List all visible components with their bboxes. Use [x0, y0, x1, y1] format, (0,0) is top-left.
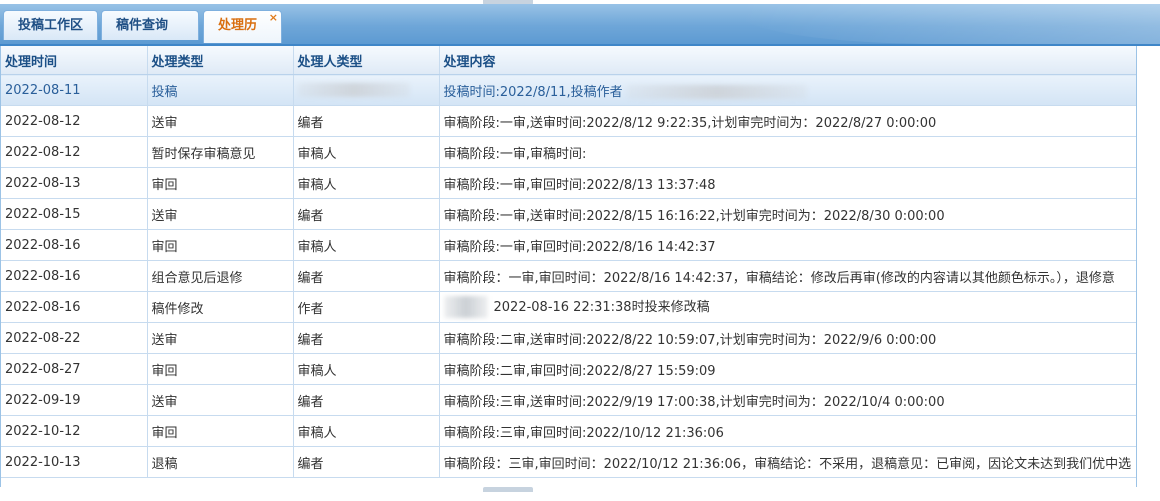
cell-content: 审稿阶段:三审,审回时间:2022/10/12 21:36:06: [439, 415, 1136, 447]
cell-content: 审稿阶段：三审,审回时间：2022/10/12 21:36:06，审稿结论：不采…: [439, 446, 1136, 478]
cell-handler-role: 作者: [293, 291, 440, 323]
cell-handler-role: 编者: [293, 105, 440, 137]
table-row[interactable]: 2022-09-19 送审 编者 审稿阶段:三审,送审时间:2022/9/19 …: [1, 384, 1136, 416]
cell-type: 送审: [147, 198, 294, 230]
cell-content: 审稿阶段:一审,审稿时间:: [439, 136, 1136, 168]
header-row: 处理时间 处理类型 处理人类型 处理内容: [1, 46, 1136, 75]
cell-content: 审稿阶段：一审,审回时间：2022/8/16 14:42:37，审稿结论：修改后…: [439, 260, 1136, 292]
cell-type: 审回: [147, 353, 294, 385]
cell-time: 2022-08-27: [1, 353, 148, 385]
cell-content: 审稿阶段:一审,送审时间:2022/8/15 16:16:22,计划审完时间为：…: [439, 198, 1136, 230]
cell-content: 审稿阶段:一审,审回时间:2022/8/16 14:42:37: [439, 229, 1136, 261]
cell-content-text: 2022-08-16 22:31:38时投来修改稿: [493, 299, 710, 315]
tab-strip: 投稿工作区 稿件查询(1) 处理历史 ×: [0, 4, 1160, 63]
cell-time: 2022-08-13: [1, 167, 148, 199]
cell-handler-role: 编者: [293, 322, 440, 354]
redacted-author: [626, 85, 807, 99]
cell-type: 投稿: [147, 74, 294, 106]
table-row[interactable]: 2022-10-12 审回 审稿人 审稿阶段:三审,审回时间:2022/10/1…: [1, 415, 1136, 447]
cell-handler-role: 编者: [293, 384, 440, 416]
history-grid[interactable]: 处理时间 处理类型 处理人类型 处理内容 2022-08-11 投稿 投稿时间:…: [0, 46, 1137, 487]
cell-type: 暂时保存审稿意见: [147, 136, 294, 168]
close-tab-icon[interactable]: ×: [269, 3, 278, 33]
cell-type: 送审: [147, 384, 294, 416]
table-row[interactable]: 2022-08-13 审回 审稿人 审稿阶段:一审,审回时间:2022/8/13…: [1, 167, 1136, 199]
cell-content: 审稿阶段:二审,送审时间:2022/8/22 10:59:07,计划审完时间为：…: [439, 322, 1136, 354]
cell-time: 2022-08-12: [1, 105, 148, 137]
cell-content: 审稿阶段:三审,送审时间:2022/9/19 17:00:38,计划审完时间为：…: [439, 384, 1136, 416]
table-row[interactable]: 2022-08-11 投稿 投稿时间:2022/8/11,投稿作者: [1, 74, 1136, 106]
redacted-name: [443, 296, 488, 319]
bottom-splitter-handle[interactable]: [483, 487, 533, 492]
history-table: 处理时间 处理类型 处理人类型 处理内容 2022-08-11 投稿 投稿时间:…: [1, 46, 1136, 478]
table-row[interactable]: 2022-10-13 退稿 编者 审稿阶段：三审,审回时间：2022/10/12…: [1, 446, 1136, 478]
cell-type: 审回: [147, 415, 294, 447]
cell-time: 2022-08-16: [1, 291, 148, 323]
cell-content: 2022-08-16 22:31:38时投来修改稿: [439, 291, 1136, 323]
cell-type: 送审: [147, 105, 294, 137]
cell-handler-role: 编者: [293, 446, 440, 478]
tab-strip-decoration: [740, 4, 1160, 44]
cell-time: 2022-08-11: [1, 74, 148, 106]
table-row[interactable]: 2022-08-22 送审 编者 审稿阶段:二审,送审时间:2022/8/22 …: [1, 322, 1136, 354]
table-row[interactable]: 2022-08-12 暂时保存审稿意见 审稿人 审稿阶段:一审,审稿时间:: [1, 136, 1136, 168]
cell-content: 审稿阶段:一审,送审时间:2022/8/12 9:22:35,计划审完时间为：2…: [439, 105, 1136, 137]
column-header-time[interactable]: 处理时间: [1, 46, 148, 75]
table-row[interactable]: 2022-08-16 审回 审稿人 审稿阶段:一审,审回时间:2022/8/16…: [1, 229, 1136, 261]
cell-time: 2022-08-12: [1, 136, 148, 168]
column-header-type[interactable]: 处理类型: [147, 46, 294, 75]
table-row[interactable]: 2022-08-16 组合意见后退修 编者 审稿阶段：一审,审回时间：2022/…: [1, 260, 1136, 292]
cell-time: 2022-08-16: [1, 260, 148, 292]
cell-handler-role: 编者: [293, 198, 440, 230]
tab-processing-history[interactable]: 处理历史 ×: [203, 10, 282, 63]
cell-handler-role: [293, 74, 440, 106]
cell-handler-role: 审稿人: [293, 415, 440, 447]
cell-content: 审稿阶段:一审,审回时间:2022/8/13 13:37:48: [439, 167, 1136, 199]
column-header-content[interactable]: 处理内容: [439, 46, 1136, 75]
cell-handler-role: 编者: [293, 260, 440, 292]
cell-handler-role: 审稿人: [293, 136, 440, 168]
cell-type: 退稿: [147, 446, 294, 478]
cell-type: 审回: [147, 229, 294, 261]
cell-time: 2022-10-12: [1, 415, 148, 447]
tab-submission-workspace[interactable]: 投稿工作区: [3, 10, 98, 40]
cell-handler-role: 审稿人: [293, 229, 440, 261]
cell-type: 稿件修改: [147, 291, 294, 323]
cell-content-text: 投稿时间:2022/8/11,投稿作者: [443, 84, 623, 100]
table-row[interactable]: 2022-08-27 审回 审稿人 审稿阶段:二审,审回时间:2022/8/27…: [1, 353, 1136, 385]
cell-content: 投稿时间:2022/8/11,投稿作者: [439, 74, 1136, 106]
tab-manuscript-query[interactable]: 稿件查询(1): [101, 10, 199, 63]
table-row[interactable]: 2022-08-16 稿件修改 作者 2022-08-16 22:31:38时投…: [1, 291, 1136, 323]
column-header-handler-role[interactable]: 处理人类型: [293, 46, 440, 75]
cell-content: 审稿阶段:二审,审回时间:2022/8/27 15:59:09: [439, 353, 1136, 385]
cell-time: 2022-08-16: [1, 229, 148, 261]
cell-time: 2022-09-19: [1, 384, 148, 416]
cell-time: 2022-08-15: [1, 198, 148, 230]
cell-type: 送审: [147, 322, 294, 354]
cell-type: 组合意见后退修: [147, 260, 294, 292]
cell-type: 审回: [147, 167, 294, 199]
cell-time: 2022-10-13: [1, 446, 148, 478]
table-row[interactable]: 2022-08-15 送审 编者 审稿阶段:一审,送审时间:2022/8/15 …: [1, 198, 1136, 230]
tab-label: 投稿工作区: [18, 18, 84, 33]
cell-handler-role: 审稿人: [293, 353, 440, 385]
table-row[interactable]: 2022-08-12 送审 编者 审稿阶段:一审,送审时间:2022/8/12 …: [1, 105, 1136, 137]
redacted-name: [297, 83, 410, 97]
cell-time: 2022-08-22: [1, 322, 148, 354]
cell-handler-role: 审稿人: [293, 167, 440, 199]
